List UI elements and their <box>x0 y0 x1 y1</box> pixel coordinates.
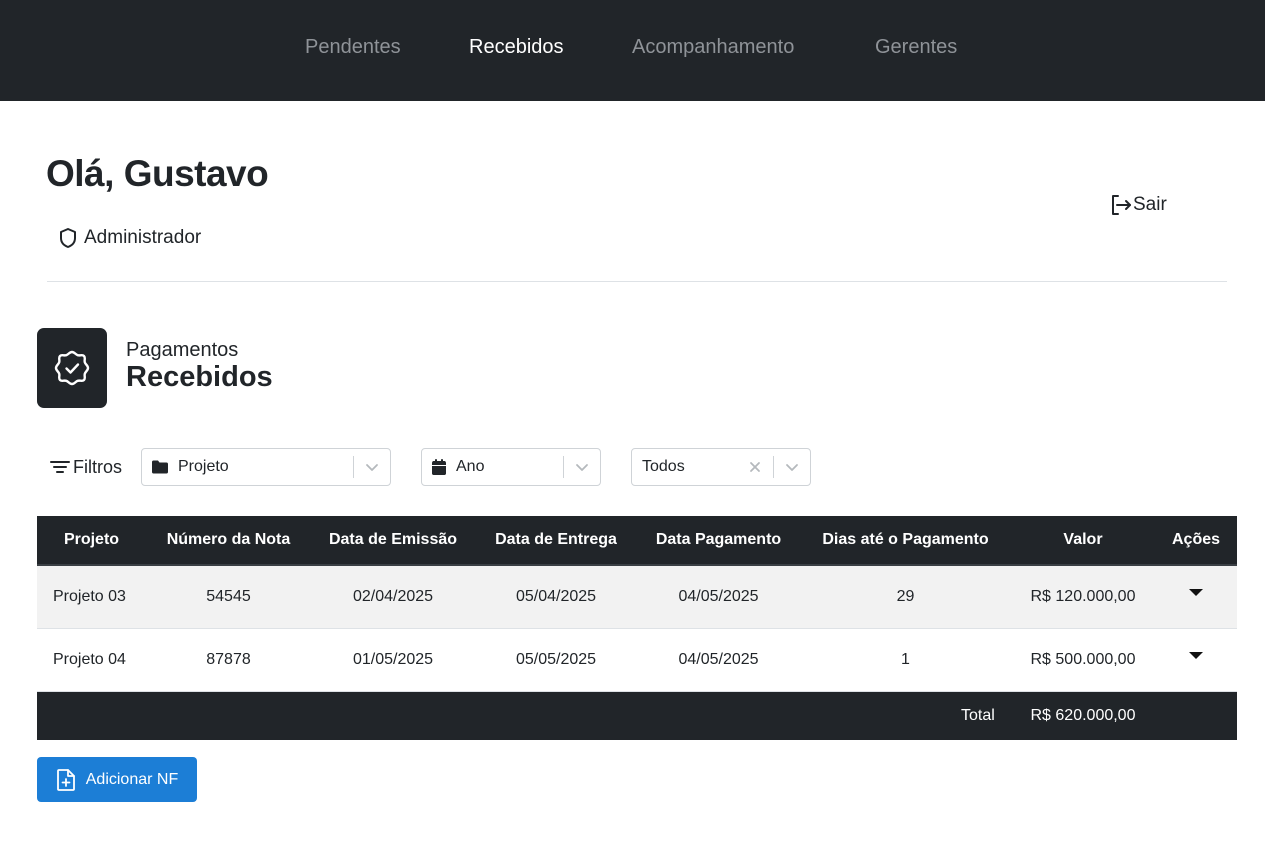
chevron-down-icon[interactable] <box>354 462 390 472</box>
table-header: Projeto Número da Nota Data de Emissão D… <box>37 516 1237 566</box>
calendar-icon <box>432 459 446 475</box>
cell-acoes <box>1155 588 1237 606</box>
file-plus-icon <box>56 768 75 791</box>
cell-projeto: Projeto 03 <box>53 588 126 605</box>
cell-projeto: Projeto 04 <box>53 651 126 668</box>
cell-data-entrega: 05/04/2025 <box>515 588 597 605</box>
chevron-down-icon[interactable] <box>774 462 810 472</box>
year-select[interactable]: Ano <box>421 448 601 486</box>
top-navbar: Pendentes Recebidos Acompanhamento Geren… <box>0 0 1265 101</box>
filter-icon <box>50 461 70 473</box>
year-select-value: Ano <box>456 458 485 475</box>
nav-gerentes[interactable]: Gerentes <box>875 36 957 59</box>
header-divider <box>47 281 1227 282</box>
nav-recebidos[interactable]: Recebidos <box>469 36 564 59</box>
filters-toggle[interactable]: Filtros <box>49 455 122 479</box>
cell-valor: R$ 500.000,00 <box>1030 651 1136 668</box>
greeting-title: Olá, Gustavo <box>46 153 269 194</box>
cell-dias-pagamento: 29 <box>896 588 915 605</box>
user-role-label: Administrador <box>84 227 202 248</box>
table-row[interactable]: Projeto 04 87878 01/05/2025 05/05/2025 0… <box>37 629 1237 692</box>
project-select-value: Projeto <box>178 458 229 475</box>
status-select[interactable]: Todos <box>631 448 811 486</box>
cell-data-entrega: 05/05/2025 <box>515 651 597 668</box>
caret-down-icon[interactable] <box>1189 652 1203 659</box>
payments-table: Projeto Número da Nota Data de Emissão D… <box>37 516 1237 740</box>
table-row[interactable]: Projeto 03 54545 02/04/2025 05/04/2025 0… <box>37 566 1237 629</box>
cell-data-pagamento: 04/05/2025 <box>678 588 759 605</box>
header-numero-nota[interactable]: Número da Nota <box>146 531 311 549</box>
header-acoes: Ações <box>1171 531 1221 548</box>
section-title: Recebidos <box>126 361 273 393</box>
section-icon-box <box>37 328 107 408</box>
shield-icon <box>60 228 76 248</box>
header-valor[interactable]: Valor <box>1011 531 1155 549</box>
nav-acompanhamento[interactable]: Acompanhamento <box>632 36 794 59</box>
total-value: R$ 620.000,00 <box>1030 707 1136 724</box>
chevron-down-icon[interactable] <box>564 462 600 472</box>
header-data-entrega[interactable]: Data de Entrega <box>475 531 637 549</box>
caret-down-icon[interactable] <box>1189 589 1203 596</box>
status-select-value: Todos <box>642 458 685 475</box>
cell-dias-pagamento: 1 <box>901 651 910 668</box>
header-dias-pagamento[interactable]: Dias até o Pagamento <box>800 531 1011 549</box>
user-role: Administrador <box>58 225 201 251</box>
clear-icon[interactable] <box>737 461 773 473</box>
total-label: Total <box>961 707 995 724</box>
project-select[interactable]: Projeto <box>141 448 391 486</box>
header-projeto[interactable]: Projeto <box>37 531 146 549</box>
filters-label: Filtros <box>73 456 122 477</box>
add-nf-label: Adicionar NF <box>85 770 179 788</box>
header-data-emissao[interactable]: Data de Emissão <box>311 531 475 549</box>
cell-valor: R$ 120.000,00 <box>1030 588 1136 605</box>
cell-data-emissao: 01/05/2025 <box>352 651 434 668</box>
logout-label: Sair <box>1133 194 1167 215</box>
cell-numero-nota: 54545 <box>206 588 251 605</box>
folder-icon <box>152 460 168 474</box>
badge-check-icon <box>54 350 90 386</box>
cell-data-pagamento: 04/05/2025 <box>678 651 759 668</box>
nav-pendentes[interactable]: Pendentes <box>305 36 401 59</box>
header-data-pagamento[interactable]: Data Pagamento <box>637 531 800 549</box>
table-footer: Total R$ 620.000,00 <box>37 692 1237 740</box>
add-nf-button[interactable]: Adicionar NF <box>37 757 197 802</box>
logout-button[interactable]: Sair <box>1109 192 1167 218</box>
section-subtitle: Pagamentos <box>126 339 239 361</box>
logout-icon <box>1112 195 1131 215</box>
cell-numero-nota: 87878 <box>206 651 251 668</box>
cell-acoes <box>1155 651 1237 669</box>
cell-data-emissao: 02/04/2025 <box>352 588 434 605</box>
